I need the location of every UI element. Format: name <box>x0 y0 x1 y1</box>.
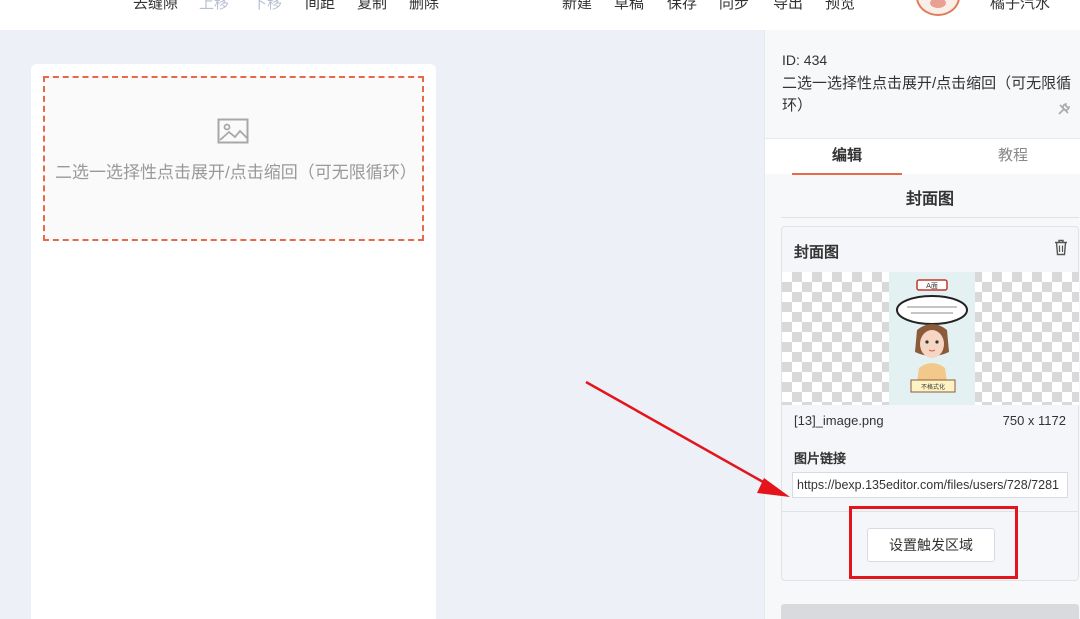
properties-panel: ID: 434 二选一选择性点击展开/点击缩回（可无限循环） 编辑 教程 封面图… <box>764 30 1080 619</box>
move-up-button[interactable]: 上移 <box>199 0 229 14</box>
section-title: 封面图 <box>781 182 1079 218</box>
image-link-input[interactable] <box>792 472 1068 498</box>
editor-canvas: 二选一选择性点击展开/点击缩回（可无限循环） <box>31 64 436 619</box>
tab-tutorial[interactable]: 教程 <box>948 139 1078 175</box>
draft-button[interactable]: 草稿 <box>614 0 644 14</box>
image-link-label: 图片链接 <box>794 451 847 466</box>
move-down-button[interactable]: 下移 <box>252 0 282 14</box>
sync-button[interactable]: 同步 <box>719 0 749 14</box>
cover-image[interactable]: A面 不格式化 <box>889 272 975 405</box>
avatar[interactable] <box>916 0 960 16</box>
tab-edit[interactable]: 编辑 <box>792 139 902 175</box>
image-icon <box>217 118 249 144</box>
remove-gap-button[interactable]: 去缝隙 <box>133 0 178 14</box>
panel-header: ID: 434 二选一选择性点击展开/点击缩回（可无限循环） <box>765 30 1080 138</box>
card-title: 封面图 <box>794 244 840 261</box>
cover-illustration: A面 不格式化 <box>889 272 975 405</box>
spacing-button[interactable]: 间距 <box>305 0 335 14</box>
cover-caption: A面 <box>926 282 938 290</box>
item-id: ID: 434 <box>782 52 828 68</box>
copy-button[interactable]: 复制 <box>357 0 387 14</box>
cover-text: 不格式化 <box>921 383 945 391</box>
new-button[interactable]: 新建 <box>562 0 592 14</box>
username[interactable]: 橘子汽水 <box>990 0 1050 14</box>
image-dimensions: 750 x 1172 <box>1002 413 1066 428</box>
save-button[interactable]: 保存 <box>667 0 697 14</box>
export-button[interactable]: 导出 <box>773 0 803 14</box>
preview-button[interactable]: 预览 <box>825 0 855 14</box>
panel-tabs: 编辑 教程 <box>765 138 1080 175</box>
top-toolbar: 去缝隙 上移 下移 间距 复制 删除 新建 草稿 保存 同步 导出 预览 橘子汽… <box>0 0 1080 30</box>
cover-image-card: 封面图 A面 不格式化 [13]_image.png 750 x 1172 图片… <box>781 226 1079 581</box>
next-section-bar <box>781 604 1079 619</box>
wrench-icon[interactable] <box>1057 102 1071 116</box>
placeholder-text: 二选一选择性点击展开/点击缩回（可无限循环） <box>55 163 417 182</box>
item-title: 二选一选择性点击展开/点击缩回（可无限循环） <box>782 75 1072 114</box>
annotation-highlight-box <box>849 506 1018 579</box>
delete-button[interactable]: 删除 <box>409 0 439 14</box>
trash-icon[interactable] <box>1054 239 1068 256</box>
file-name: [13]_image.png <box>794 413 884 428</box>
selected-component[interactable]: 二选一选择性点击展开/点击缩回（可无限循环） <box>43 76 424 241</box>
